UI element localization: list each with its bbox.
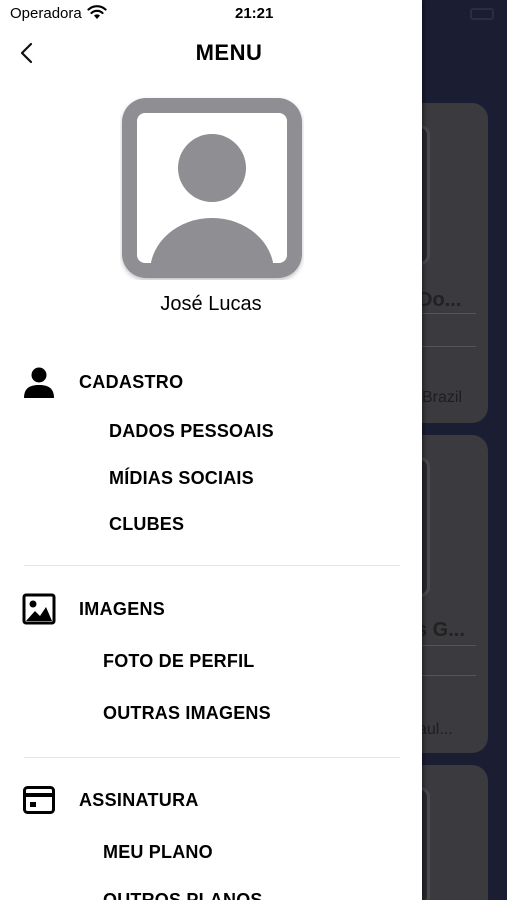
battery-icon <box>470 8 494 20</box>
status-bar: Operadora 21:21 <box>0 0 422 28</box>
menu-item-outras-imagens[interactable]: OUTRAS IMAGENS <box>103 703 271 724</box>
card-subtitle: aul... <box>418 721 453 738</box>
menu-item-dados-pessoais[interactable]: DADOS PESSOAIS <box>109 421 274 442</box>
section-imagens[interactable]: IMAGENS <box>79 599 165 620</box>
status-time: 21:21 <box>235 5 274 22</box>
section-cadastro[interactable]: CADASTRO <box>79 372 183 393</box>
section-assinatura[interactable]: ASSINATURA <box>79 790 199 811</box>
avatar-placeholder-icon[interactable] <box>120 96 304 280</box>
image-icon <box>22 593 56 625</box>
menu-item-outros-planos[interactable]: OUTROS PLANOS <box>103 890 263 900</box>
card-subtitle: Brazil <box>422 389 463 406</box>
menu-item-midias-sociais[interactable]: MÍDIAS SOCIAIS <box>109 468 254 489</box>
divider <box>24 757 400 758</box>
side-menu-drawer: Operadora 21:21 MENU José Lucas CADASTRO… <box>0 0 422 900</box>
card-icon <box>23 786 55 814</box>
divider <box>24 565 400 566</box>
card-title: s G... <box>416 619 465 641</box>
card-title: Do... <box>418 289 462 311</box>
person-icon <box>24 367 54 398</box>
menu-item-clubes[interactable]: CLUBES <box>109 514 184 535</box>
menu-item-foto-de-perfil[interactable]: FOTO DE PERFIL <box>103 651 254 672</box>
menu-item-meu-plano[interactable]: MEU PLANO <box>103 842 213 863</box>
user-name: José Lucas <box>160 293 262 315</box>
carrier-label: Operadora <box>10 5 82 22</box>
page-title: MENU <box>195 40 263 65</box>
wifi-icon <box>87 5 107 19</box>
